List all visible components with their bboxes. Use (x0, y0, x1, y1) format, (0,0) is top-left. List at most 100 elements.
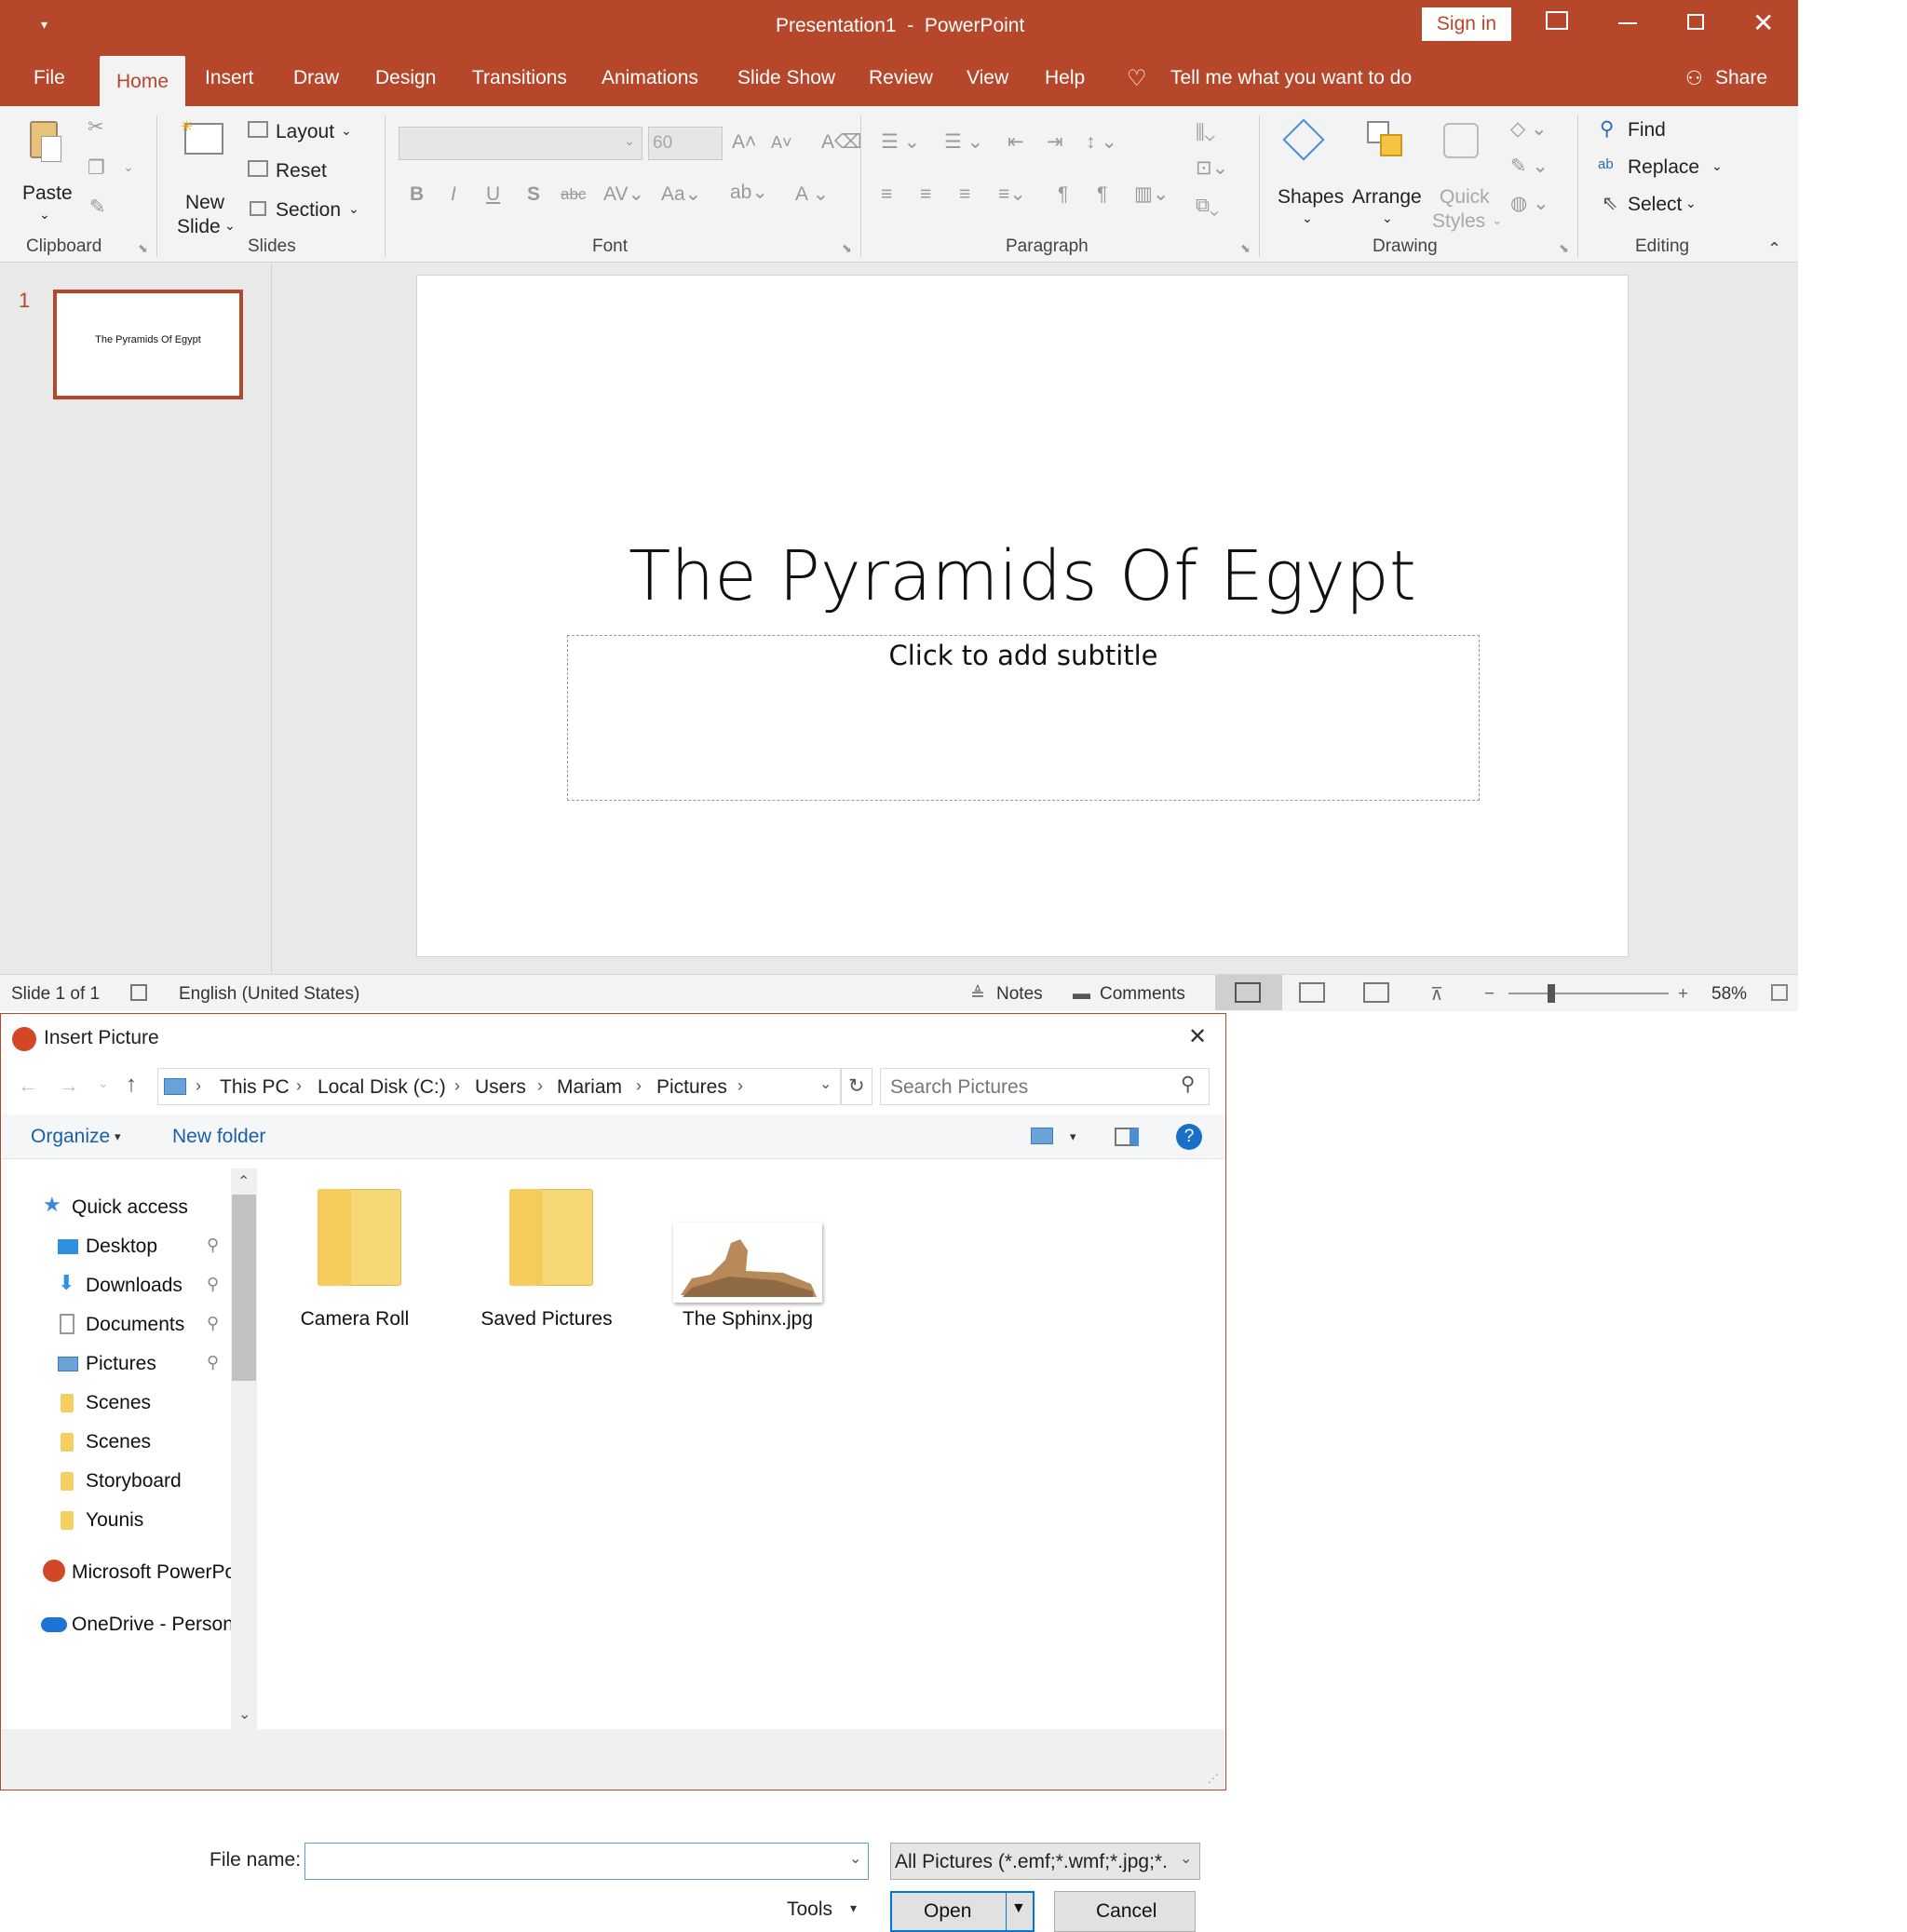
view-chevron-icon[interactable]: ▾ (1070, 1129, 1076, 1144)
resize-grip-icon[interactable]: ⋰ (1208, 1772, 1219, 1785)
nav-scenes-2[interactable]: Scenes (2, 1425, 233, 1461)
spelling-icon[interactable] (130, 984, 147, 1001)
new-folder-button[interactable]: New folder (172, 1126, 265, 1148)
open-dropdown-icon[interactable]: ▼ (1011, 1900, 1026, 1917)
file-item-camera-roll[interactable]: Camera Roll (280, 1182, 429, 1349)
zoom-slider-track[interactable] (1508, 993, 1669, 994)
file-type-dropdown-icon[interactable]: ⌄ (1180, 1849, 1193, 1868)
address-dropdown-icon[interactable]: ⌄ (819, 1074, 832, 1093)
nav-scenes[interactable]: Scenes (2, 1386, 233, 1422)
smartart-icon[interactable]: ⧉⌄ (1196, 196, 1219, 215)
pin-icon[interactable]: ⚲ (207, 1236, 219, 1255)
character-spacing-icon[interactable]: AV⌄ (603, 184, 644, 204)
nav-documents[interactable]: Documents ⚲ (2, 1308, 233, 1344)
address-bar[interactable]: › This PC › Local Disk (C:) › Users › Ma… (157, 1068, 841, 1105)
change-view-icon[interactable] (1031, 1128, 1053, 1144)
slide-thumbnail[interactable]: The Pyramids Of Egypt (53, 290, 243, 399)
tab-slide-show[interactable]: Slide Show (737, 67, 835, 89)
cancel-button[interactable]: Cancel (1054, 1891, 1196, 1932)
format-painter-icon[interactable]: ✎ (89, 197, 106, 217)
nav-scrollbar[interactable]: ⌃ ⌄ (231, 1169, 257, 1729)
copy-chevron-icon[interactable]: ⌄ (123, 160, 134, 173)
file-type-select[interactable]: All Pictures (*.emf;*.wmf;*.jpg;*. ⌄ (890, 1843, 1200, 1880)
increase-indent-icon[interactable]: ⇥ (1047, 132, 1063, 152)
open-button[interactable]: Open ▼ (890, 1891, 1035, 1932)
nav-storyboard[interactable]: Storyboard (2, 1465, 233, 1500)
pin-icon[interactable]: ⚲ (207, 1314, 219, 1333)
refresh-button[interactable]: ↻ (841, 1068, 872, 1105)
tab-animations[interactable]: Animations (602, 67, 698, 89)
tab-draw[interactable]: Draw (293, 67, 339, 89)
tab-transitions[interactable]: Transitions (472, 67, 567, 89)
tab-file[interactable]: File (34, 67, 65, 89)
breadcrumb-this-pc[interactable]: This PC (220, 1076, 290, 1099)
file-item-saved-pictures[interactable]: Saved Pictures (463, 1182, 630, 1349)
zoom-out-icon[interactable]: − (1484, 984, 1494, 1005)
fit-to-window-icon[interactable] (1771, 984, 1788, 1001)
tab-insert[interactable]: Insert (205, 67, 254, 89)
comments-icon[interactable]: ▬ (1073, 984, 1090, 1005)
breadcrumb-pictures[interactable]: Pictures (656, 1076, 727, 1099)
clipboard-launcher-icon[interactable]: ⬊ (138, 242, 148, 254)
reading-view-icon[interactable] (1363, 982, 1389, 1003)
bullets-icon[interactable]: ☰ ⌄ (881, 132, 920, 152)
preview-pane-icon[interactable] (1115, 1128, 1139, 1146)
clear-formatting-icon[interactable]: A⌫ (821, 132, 862, 152)
search-box[interactable]: Search Pictures ⚲ (880, 1068, 1210, 1105)
line-spacing-icon[interactable]: ↕ ⌄ (1086, 132, 1117, 152)
scroll-down-icon[interactable]: ⌄ (238, 1705, 250, 1723)
strikethrough-icon[interactable]: abc (561, 186, 586, 202)
decrease-font-icon[interactable]: A˅ (771, 134, 792, 151)
tab-review[interactable]: Review (869, 67, 933, 89)
ribbon-display-options-icon[interactable] (1546, 11, 1568, 30)
tell-me-search[interactable]: Tell me what you want to do (1170, 67, 1412, 89)
align-left-icon[interactable]: ≡ (881, 184, 892, 204)
tab-view[interactable]: View (967, 67, 1008, 89)
align-center-icon[interactable]: ≡ (920, 184, 931, 204)
scroll-up-icon[interactable]: ⌃ (237, 1172, 250, 1191)
nav-onedrive[interactable]: OneDrive - Person (2, 1608, 233, 1643)
quick-access-dropdown-icon[interactable]: ▾ (41, 17, 47, 33)
breadcrumb-local-disk[interactable]: Local Disk (C:) (318, 1076, 446, 1099)
font-color-icon[interactable]: A ⌄ (795, 184, 829, 204)
comments-button[interactable]: Comments (1100, 984, 1185, 1005)
subtitle-placeholder-box[interactable]: Click to add subtitle (567, 635, 1480, 801)
quick-styles-button[interactable]: Quick Styles ⌄ (1430, 117, 1505, 238)
rtl-icon[interactable]: ¶ (1097, 184, 1107, 204)
italic-icon[interactable]: I (451, 184, 456, 204)
nav-microsoft-powerpoint[interactable]: Microsoft PowerPo (2, 1556, 233, 1591)
copy-icon[interactable]: ❐ (88, 158, 105, 178)
slide-sorter-icon[interactable] (1299, 982, 1325, 1003)
find-button[interactable]: ⚲ Find (1598, 117, 1710, 145)
replace-button[interactable]: ab Replace ⌄ (1598, 155, 1728, 182)
nav-desktop[interactable]: Desktop ⚲ (2, 1230, 233, 1265)
bold-icon[interactable]: B (410, 184, 424, 204)
shadow-icon[interactable]: S (527, 184, 540, 204)
new-slide-button[interactable]: ✳ New Slide ⌄ (175, 117, 240, 238)
shape-effects-icon[interactable]: ◍ ⌄ (1510, 194, 1549, 213)
shape-fill-icon[interactable]: ◇ ⌄ (1510, 119, 1548, 139)
file-name-dropdown-icon[interactable]: ⌄ (849, 1849, 861, 1868)
breadcrumb-mariam[interactable]: Mariam (557, 1076, 622, 1099)
section-button[interactable]: Section ⌄ (248, 197, 369, 225)
tab-home[interactable]: Home (100, 56, 186, 106)
justify-icon[interactable]: ≡⌄ (998, 184, 1026, 204)
zoom-slider-thumb[interactable] (1548, 984, 1555, 1003)
font-size-combo[interactable]: 60 (648, 127, 723, 160)
collapse-ribbon-icon[interactable]: ⌃ (1767, 240, 1781, 257)
minimize-icon[interactable] (1618, 22, 1637, 24)
decrease-indent-icon[interactable]: ⇤ (1008, 132, 1024, 152)
font-family-combo[interactable] (399, 127, 642, 160)
tools-chevron-icon[interactable]: ▾ (850, 1900, 857, 1916)
reset-button[interactable]: Reset (248, 158, 341, 186)
breadcrumb-users[interactable]: Users (475, 1076, 526, 1099)
up-arrow-icon[interactable]: ↑ (126, 1072, 137, 1098)
notes-icon[interactable]: ≜ (970, 984, 985, 1006)
drawing-launcher-icon[interactable]: ⬊ (1559, 242, 1569, 254)
font-launcher-icon[interactable]: ⬊ (842, 242, 852, 254)
zoom-in-icon[interactable]: + (1678, 984, 1688, 1005)
text-direction-icon[interactable]: ⫼⌄ (1196, 123, 1215, 142)
increase-font-icon[interactable]: A˄ (732, 132, 756, 152)
sign-in-button[interactable]: Sign in (1422, 7, 1511, 41)
pin-icon[interactable]: ⚲ (207, 1353, 219, 1372)
